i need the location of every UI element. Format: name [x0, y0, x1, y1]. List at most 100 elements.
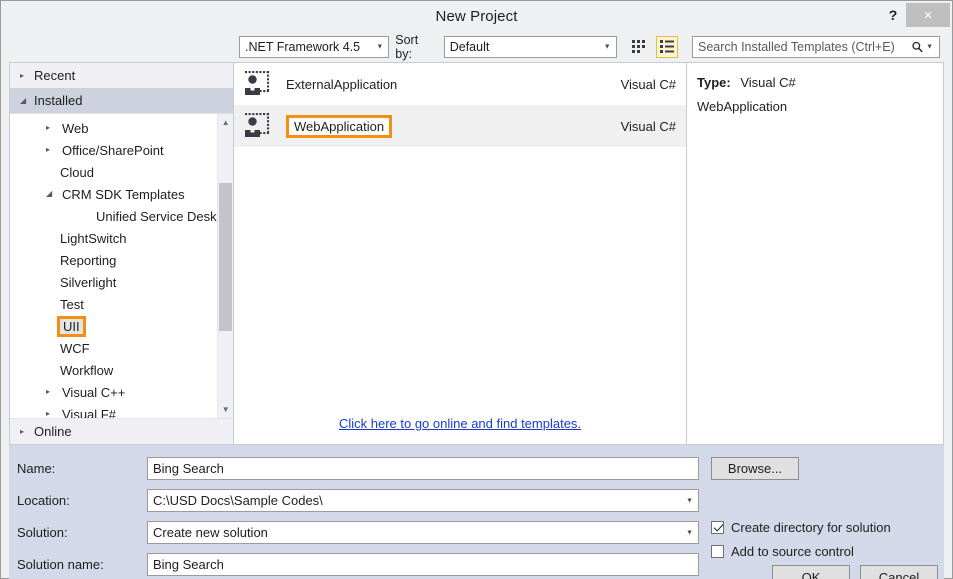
tree-item-label: Cloud	[60, 164, 94, 180]
chevron-down-icon: ▼	[686, 529, 693, 536]
location-value: C:\USD Docs\Sample Codes\	[153, 493, 323, 508]
ok-button[interactable]: OK	[772, 565, 850, 579]
title-bar: New Project ? ×	[1, 1, 952, 31]
template-details-panel: Type: Visual C# WebApplication	[687, 63, 943, 444]
tree-item[interactable]: WCF	[10, 337, 217, 359]
tree-item[interactable]: Silverlight	[10, 271, 217, 293]
form-fields: Name: Bing Search Location: C:\USD Docs\…	[9, 457, 699, 579]
tree-item[interactable]: ◢ CRM SDK Templates	[10, 183, 217, 205]
chevron-down-icon: ◢	[20, 95, 27, 105]
template-row[interactable]: ExternalApplication Visual C#	[234, 63, 686, 105]
solution-name-label: Solution name:	[17, 557, 104, 572]
name-input[interactable]: Bing Search	[147, 457, 699, 480]
tree-item[interactable]: Test	[10, 293, 217, 315]
tree-item[interactable]: Unified Service Desk	[10, 205, 217, 227]
uii-application-icon	[245, 113, 270, 137]
templates-list-panel: ExternalApplication Visual C# WebApplicati…	[234, 63, 687, 444]
solution-name-input[interactable]: Bing Search	[147, 553, 699, 576]
details-description: WebApplication	[697, 99, 788, 114]
chevron-down-icon: ▼	[376, 43, 384, 50]
dialog-body: .NET Framework 4.5 ▼ Sort by: Default ▼	[1, 31, 952, 579]
tree-item[interactable]: ▸ Office/SharePoint	[10, 139, 217, 161]
tree-node-online-label: Online	[34, 424, 72, 439]
close-icon[interactable]: ×	[906, 3, 950, 27]
online-templates-link[interactable]: Click here to go online and find templat…	[339, 416, 581, 431]
tree-node-installed[interactable]: ◢ Installed	[10, 88, 233, 113]
template-list: ExternalApplication Visual C# WebApplicati…	[234, 63, 686, 147]
template-language: Visual C#	[620, 76, 676, 92]
search-placeholder: Search Installed Templates (Ctrl+E)	[698, 39, 895, 54]
tree-item[interactable]: ▸ Web	[10, 117, 217, 139]
tree-node-recent[interactable]: ▸ Recent	[10, 63, 233, 88]
tree-item-label: WCF	[60, 340, 90, 356]
tree-item-list: ▸ Web ▸ Office/SharePoint Cloud ◢ CRM SDK Temp…	[10, 114, 217, 419]
template-language: Visual C#	[620, 118, 676, 134]
tree-scroll-area: ▸ Web ▸ Office/SharePoint Cloud ◢ CRM SDK Temp…	[10, 113, 233, 419]
scrollbar-thumb[interactable]	[219, 183, 233, 331]
scroll-up-icon[interactable]: ▲	[217, 114, 233, 131]
tree-node-recent-label: Recent	[34, 68, 76, 83]
search-icon	[912, 41, 923, 52]
tree-item[interactable]: LightSwitch	[10, 227, 217, 249]
form-actions: Browse... Create directory for solution …	[699, 457, 944, 579]
location-label: Location:	[17, 493, 70, 508]
solution-dropdown[interactable]: Create new solution ▼	[147, 521, 699, 544]
template-name-wrap: ExternalApplication	[286, 77, 621, 92]
sort-by-label: Sort by:	[395, 32, 419, 61]
tree-item[interactable]: Reporting	[10, 249, 217, 271]
solution-name-value: Bing Search	[153, 557, 224, 572]
source-control-checkbox-row[interactable]: Add to source control	[711, 541, 944, 561]
window-controls: ? ×	[880, 2, 950, 28]
tree-scrollbar[interactable]: ▲ ▼	[216, 114, 233, 418]
create-directory-checkbox[interactable]	[711, 520, 724, 534]
template-name: ExternalApplication	[286, 76, 398, 92]
source-control-label: Add to source control	[731, 543, 854, 559]
name-row: Name: Bing Search	[17, 457, 699, 480]
tree-node-installed-label: Installed	[34, 93, 83, 108]
source-control-checkbox[interactable]	[711, 544, 724, 558]
template-name: WebApplication	[286, 114, 393, 138]
create-directory-checkbox-row[interactable]: Create directory for solution	[711, 517, 944, 537]
small-icons-view-button[interactable]	[629, 36, 651, 58]
tree-item-label: Workflow	[60, 362, 114, 378]
chevron-right-icon: ▸	[46, 145, 51, 154]
chevron-down-icon: ▼	[926, 43, 933, 50]
solution-label: Solution:	[17, 525, 68, 540]
cancel-button[interactable]: Cancel	[860, 565, 938, 579]
online-templates-link-wrap: Click here to go online and find templat…	[234, 415, 686, 433]
location-row: Location: C:\USD Docs\Sample Codes\ ▼	[17, 489, 699, 512]
uii-application-icon	[245, 71, 270, 95]
tree-item[interactable]: UII	[10, 315, 217, 337]
dialog-action-buttons: OK Cancel	[772, 565, 938, 579]
chevron-right-icon: ▸	[46, 123, 51, 132]
panels-container: ▸ Recent ◢ Installed ▸ Web ▸ Office/SharePo…	[9, 62, 944, 445]
chevron-right-icon: ▸	[20, 426, 25, 436]
details-type-label: Type:	[697, 75, 731, 90]
search-input[interactable]: Search Installed Templates (Ctrl+E) ▼	[692, 35, 940, 58]
tree-item[interactable]: ▸ Visual C++	[10, 381, 217, 403]
page-title: New Project	[435, 7, 518, 25]
large-icons-view-button[interactable]	[656, 35, 679, 58]
browse-button[interactable]: Browse...	[711, 457, 799, 480]
name-label: Name:	[17, 461, 56, 476]
template-row[interactable]: WebApplication Visual C#	[234, 105, 686, 147]
location-input[interactable]: C:\USD Docs\Sample Codes\ ▼	[147, 489, 699, 512]
sort-by-value: Default	[449, 39, 490, 54]
chevron-right-icon: ▸	[46, 409, 51, 418]
framework-dropdown[interactable]: .NET Framework 4.5 ▼	[239, 35, 390, 58]
tree-item-label: Visual F#	[62, 406, 116, 419]
name-value: Bing Search	[153, 461, 224, 476]
help-icon[interactable]: ?	[880, 3, 906, 27]
tree-item[interactable]: Workflow	[10, 359, 217, 381]
search-wrap: Search Installed Templates (Ctrl+E) ▼	[688, 35, 944, 58]
tree-node-online[interactable]: ▸ Online	[10, 419, 233, 444]
details-type-line: Type: Visual C#	[697, 75, 933, 90]
chevron-down-icon: ▼	[686, 497, 693, 504]
scroll-down-icon[interactable]: ▼	[217, 401, 233, 418]
tree-item-label: Office/SharePoint	[62, 142, 164, 158]
tree-item[interactable]: Cloud	[10, 161, 217, 183]
sort-by-dropdown[interactable]: Default ▼	[443, 35, 617, 58]
scrollbar-track[interactable]	[217, 131, 233, 401]
tree-item-label: Unified Service Desk	[96, 208, 217, 224]
tree-item[interactable]: ▸ Visual F#	[10, 403, 217, 419]
